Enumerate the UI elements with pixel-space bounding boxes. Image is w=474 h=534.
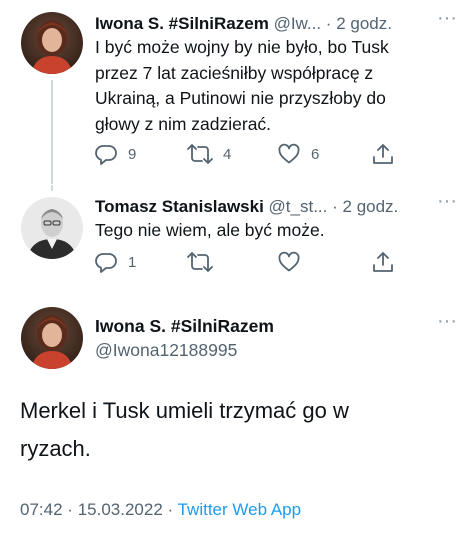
text-line: głowy z nim zadzierać. bbox=[95, 113, 272, 134]
share-button[interactable] bbox=[371, 140, 395, 168]
text-line: ryzach. bbox=[20, 436, 91, 461]
separator: · bbox=[167, 500, 174, 519]
avatar-photo bbox=[21, 307, 83, 369]
timestamp[interactable]: 2 godz. bbox=[343, 197, 399, 216]
separator: · bbox=[332, 197, 338, 216]
retweet-count: 4 bbox=[223, 145, 232, 163]
timestamp[interactable]: 2 godz. bbox=[336, 14, 392, 33]
retweet-icon bbox=[187, 252, 213, 272]
tweet-text: Tego nie wiem, ale być może. bbox=[95, 218, 462, 244]
tweet-header: Tomasz Stanislawski @t_st... · 2 godz. bbox=[95, 195, 414, 219]
reply-button[interactable]: 9 bbox=[94, 140, 136, 168]
share-icon bbox=[373, 144, 393, 164]
author-name[interactable]: Tomasz Stanislawski bbox=[95, 197, 264, 216]
separator: · bbox=[325, 14, 332, 33]
tweet-1[interactable]: Iwona S. #SilniRazem @Iw... · 2 godz. ··… bbox=[0, 0, 474, 185]
avatar-iwona[interactable] bbox=[21, 307, 83, 369]
avatar-photo bbox=[21, 197, 83, 259]
avatar-iwona[interactable] bbox=[21, 12, 83, 74]
separator: · bbox=[67, 500, 73, 519]
author-name[interactable]: Iwona S. #SilniRazem bbox=[95, 314, 274, 338]
reply-button[interactable]: 1 bbox=[94, 248, 136, 276]
tweet-text: Merkel i Tusk umieli trzymać go w ryzach… bbox=[20, 392, 454, 468]
like-count: 6 bbox=[311, 145, 320, 163]
thread-line bbox=[51, 80, 53, 184]
author-handle[interactable]: @Iwona12188995 bbox=[95, 338, 274, 362]
like-button[interactable]: 6 bbox=[277, 140, 319, 168]
retweet-button[interactable]: 4 bbox=[187, 140, 231, 168]
share-icon bbox=[373, 252, 393, 272]
heart-icon bbox=[278, 251, 300, 272]
heart-icon bbox=[278, 143, 300, 164]
share-button[interactable] bbox=[371, 248, 395, 276]
author-name[interactable]: Iwona S. #SilniRazem bbox=[95, 14, 269, 33]
more-dots-icon[interactable]: ··· bbox=[434, 191, 460, 216]
more-dots-icon[interactable]: ··· bbox=[434, 8, 460, 33]
text-line: Ukrainą, a Putinowi nie przyszłoby do bbox=[95, 88, 386, 108]
author-handle[interactable]: @t_st... bbox=[269, 197, 328, 216]
avatar-tomasz[interactable] bbox=[21, 197, 83, 259]
tweet-text: I być może wojny by nie było, bo Tusk pr… bbox=[95, 35, 462, 137]
tweet-date[interactable]: 15.03.2022 bbox=[78, 500, 163, 519]
author-block: Iwona S. #SilniRazem @Iwona12188995 bbox=[95, 314, 274, 362]
thread-line bbox=[51, 185, 53, 191]
like-button[interactable] bbox=[277, 248, 301, 276]
reply-icon bbox=[95, 253, 117, 273]
action-bar: 9 4 6 bbox=[94, 140, 414, 168]
reply-count: 9 bbox=[128, 145, 137, 163]
main-tweet: Iwona S. #SilniRazem @Iwona12188995 ··· … bbox=[0, 290, 474, 534]
text-line: Tego nie wiem, ale być może. bbox=[95, 220, 325, 240]
tweet-meta: 07:42 · 15.03.2022 · Twitter Web App bbox=[20, 498, 301, 522]
tweet-time[interactable]: 07:42 bbox=[20, 500, 63, 519]
more-dots-icon[interactable]: ··· bbox=[434, 311, 460, 336]
reply-icon bbox=[95, 145, 117, 165]
tweet-2[interactable]: Tomasz Stanislawski @t_st... · 2 godz. ·… bbox=[0, 185, 474, 290]
text-line: Merkel i Tusk umieli trzymać go w bbox=[20, 398, 349, 423]
retweet-button[interactable] bbox=[187, 248, 213, 276]
retweet-icon bbox=[187, 144, 213, 164]
author-handle[interactable]: @Iw... bbox=[274, 14, 322, 33]
text-line: I być może wojny by nie było, bo Tusk bbox=[95, 37, 389, 57]
reply-count: 1 bbox=[128, 253, 137, 271]
avatar-photo bbox=[21, 12, 83, 74]
tweet-header: Iwona S. #SilniRazem @Iw... · 2 godz. bbox=[95, 12, 414, 36]
action-bar: 1 bbox=[94, 248, 414, 276]
tweet-source-link[interactable]: Twitter Web App bbox=[178, 500, 301, 519]
text-line: przez 7 lat zacieśniłby współpracę z bbox=[95, 62, 374, 83]
